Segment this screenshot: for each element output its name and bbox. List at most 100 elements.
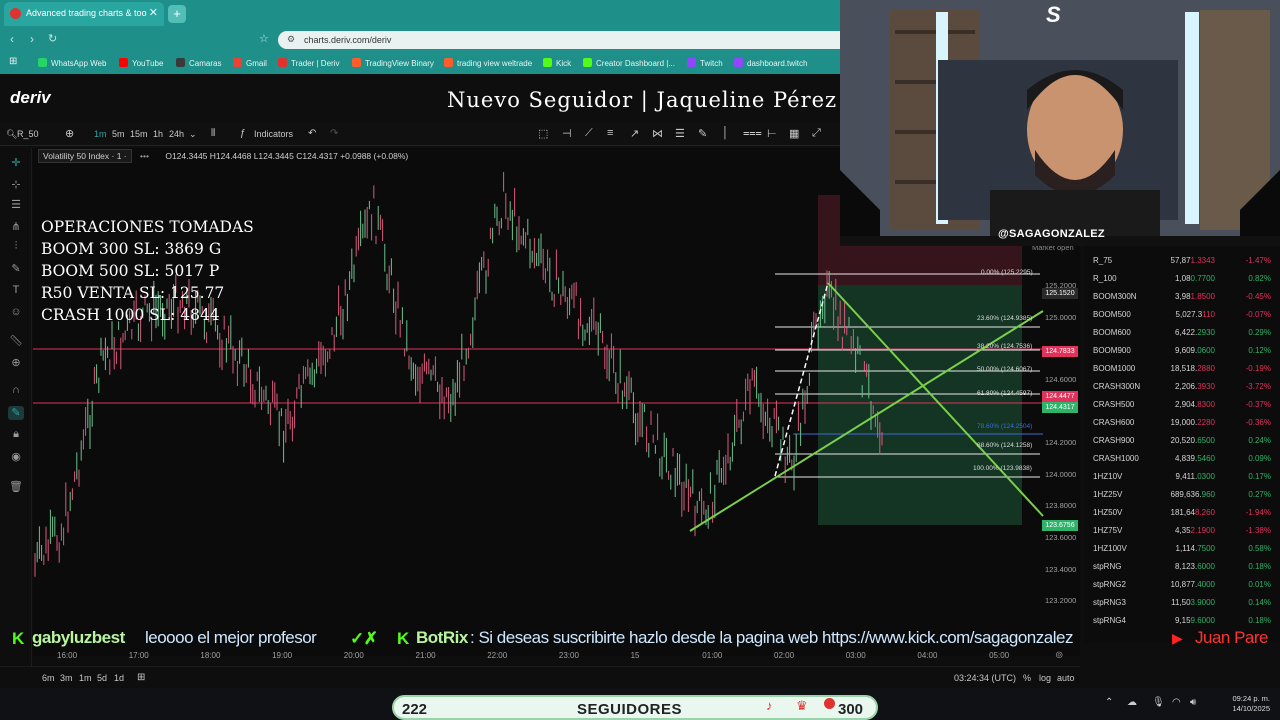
bookmark-item[interactable]: YouTube [119, 58, 163, 68]
watchlist-row[interactable]: BOOM500 5,027.3110 -0.07% [1093, 306, 1278, 322]
range-1m[interactable]: 1m [79, 673, 92, 683]
log-scale-toggle[interactable]: log [1039, 673, 1051, 683]
watchlist-row[interactable]: CRASH1000 4,839.5460 0.09% [1093, 450, 1278, 466]
trash-icon[interactable]: 🗑︎ [8, 480, 24, 494]
range-6m[interactable]: 6m [42, 673, 55, 683]
bookmark-item[interactable]: Twitch [687, 58, 723, 68]
bookmark-item[interactable]: Kick [543, 58, 571, 68]
watchlist-row[interactable]: 1HZ75V 4,352.1900 -1.38% [1093, 522, 1278, 538]
new-tab-button[interactable]: + [168, 5, 186, 23]
watchlist-row[interactable]: CRASH300N 2,206.3930 -3.72% [1093, 378, 1278, 394]
watchlist-row[interactable]: BOOM900 9,609.0600 0.12% [1093, 342, 1278, 358]
pattern-tool-icon[interactable]: ⋈ [652, 127, 663, 140]
range-3m[interactable]: 3m [60, 673, 73, 683]
legend-more-icon[interactable]: ••• [140, 151, 149, 161]
range-5d[interactable]: 5d [97, 673, 107, 683]
bookmark-item[interactable]: Trader | Deriv [278, 58, 339, 68]
deriv-logo[interactable]: deriv [10, 88, 51, 108]
bookmark-item[interactable]: TradingView Binary [352, 58, 434, 68]
close-tab-icon[interactable]: ✕ [149, 6, 158, 19]
ruler-icon[interactable]: 📏︎ [8, 334, 24, 348]
compare-symbol-icon[interactable]: ⊕ [65, 127, 74, 140]
reload-icon[interactable]: ↻ [48, 32, 57, 45]
symbol-search-input[interactable]: R_50 [17, 129, 39, 139]
arrow-tool-icon[interactable]: ⤢ [812, 127, 821, 140]
timeframe-1h[interactable]: 1h [153, 129, 163, 139]
channel-tool-icon[interactable]: ≡ [607, 127, 613, 139]
zoom-icon[interactable]: ⊕ [8, 356, 24, 370]
fib-menu-icon[interactable]: ⫶ [8, 240, 24, 254]
range-1d[interactable]: 1d [114, 673, 124, 683]
utc-clock[interactable]: 03:24:34 (UTC) [954, 673, 1016, 683]
watchlist-row[interactable]: stpRNG 8,123.6000 0.18% [1093, 558, 1278, 574]
pen-icon[interactable]: ✎ [8, 262, 24, 276]
crosshair-icon[interactable]: ✛ [8, 156, 24, 170]
system-clock[interactable]: 09:24 p. m. 14/10/2025 [1208, 694, 1270, 714]
text-tool-icon[interactable]: T [8, 284, 24, 298]
pitchfork-icon[interactable]: ⋔ [8, 220, 24, 234]
timeframe-dropdown-icon[interactable]: ⌄ [189, 129, 197, 140]
bookmark-item[interactable]: WhatsApp Web [38, 58, 106, 68]
apps-grid-icon[interactable]: ⊞ [9, 56, 17, 67]
trendline-tool-icon[interactable]: ⟋ [585, 127, 593, 140]
bookmark-star-icon[interactable]: ☆ [259, 32, 269, 45]
crossline-tool-icon[interactable]: ⊢ [767, 127, 777, 140]
watchlist-row[interactable]: CRASH600 19,000.2280 -0.36% [1093, 414, 1278, 430]
horizontal-line-tool-icon[interactable]: ⊣ [562, 127, 572, 140]
bookmark-item[interactable]: trading view weltrade [444, 58, 532, 68]
bookmark-item[interactable]: Gmail [233, 58, 267, 68]
watchlist-row[interactable]: R_100 1,080.7700 0.82% [1093, 270, 1278, 286]
percent-scale-toggle[interactable]: % [1023, 673, 1031, 683]
watchlist-row[interactable]: CRASH900 20,520.6500 0.24% [1093, 432, 1278, 448]
indicators-button[interactable]: Indicators [254, 129, 293, 139]
timeframe-5m[interactable]: 5m [112, 129, 125, 139]
watchlist-row[interactable]: stpRNG2 10,877.4000 0.01% [1093, 576, 1278, 592]
watchlist-row[interactable]: 1HZ50V 181,648.260 -1.94% [1093, 504, 1278, 520]
watchlist-row[interactable]: stpRNG3 11,503.9000 0.14% [1093, 594, 1278, 610]
undo-icon[interactable]: ↶ [308, 128, 316, 139]
symbol-search-icon[interactable]: 🔍︎ [6, 129, 17, 140]
chart-type-icon[interactable]: ⫴ [211, 128, 215, 139]
goto-date-icon[interactable]: ⊞ [137, 672, 145, 683]
magnet-icon[interactable]: ∩ [8, 384, 24, 398]
tray-chevron-icon[interactable]: ⌃ [1105, 697, 1113, 708]
site-info-icon[interactable]: ⚙ [287, 34, 295, 45]
forward-icon[interactable]: › [30, 32, 34, 46]
legend-symbol[interactable]: Volatility 50 Index · 1 · [38, 149, 132, 163]
url-input[interactable]: ⚙ charts.deriv.com/deriv [278, 31, 840, 49]
back-icon[interactable]: ‹ [10, 32, 14, 46]
fibonacci-tool-icon[interactable]: ☰ [675, 127, 685, 140]
watchlist-row[interactable]: R_75 57,871.3343 -1.47% [1093, 252, 1278, 268]
watchlist-row[interactable]: CRASH500 2,904.8300 -0.37% [1093, 396, 1278, 412]
ray-tool-icon[interactable]: ↗ [630, 127, 639, 140]
volume-icon[interactable]: 🔊︎ [1190, 697, 1196, 708]
watchlist-row[interactable]: BOOM600 6,422.2930 0.29% [1093, 324, 1278, 340]
cursor-line-icon[interactable]: ⊹ [8, 178, 24, 192]
redo-icon[interactable]: ↷ [330, 128, 338, 139]
vertical-line-tool-icon[interactable]: │ [722, 127, 729, 139]
emoji-icon[interactable]: ☺ [8, 306, 24, 320]
timeframe-15m[interactable]: 15m [130, 129, 148, 139]
bookmark-item[interactable]: Creator Dashboard |... [583, 58, 675, 68]
time-axis-settings-icon[interactable]: ⊚ [1055, 650, 1063, 661]
bookmark-item[interactable]: dashboard.twitch [734, 58, 807, 68]
parallel-lines-tool-icon[interactable]: ⩶ [743, 127, 762, 140]
auto-scale-toggle[interactable]: auto [1057, 673, 1075, 683]
watchlist-row[interactable]: 1HZ100V 1,114.7500 0.58% [1093, 540, 1278, 556]
indicators-icon[interactable]: ƒ [240, 128, 246, 139]
grid-tool-icon[interactable]: ▦ [789, 127, 799, 140]
watchlist-row[interactable]: 1HZ25V 689,636.960 0.27% [1093, 486, 1278, 502]
watchlist-row[interactable]: BOOM1000 18,518.2880 -0.19% [1093, 360, 1278, 376]
wifi-icon[interactable]: ◠ [1172, 697, 1181, 708]
microphone-icon[interactable]: 🎙︎ [1152, 697, 1165, 708]
timeframe-1m[interactable]: 1m [94, 129, 107, 139]
visibility-icon[interactable]: ◉ [8, 450, 24, 464]
watchlist-row[interactable]: BOOM300N 3,981.8500 -0.45% [1093, 288, 1278, 304]
keep-drawing-icon[interactable]: ✎ [8, 406, 24, 420]
cloud-icon[interactable]: ☁ [1127, 697, 1137, 708]
watchlist-row[interactable]: 1HZ10V 9,411.0300 0.17% [1093, 468, 1278, 484]
brush-tool-icon[interactable]: ✎ [698, 127, 707, 140]
rectangle-tool-icon[interactable]: ⬚ [538, 127, 548, 140]
bookmark-item[interactable]: Camaras [176, 58, 221, 68]
lock-icon[interactable]: 🔒︎ [8, 428, 24, 442]
